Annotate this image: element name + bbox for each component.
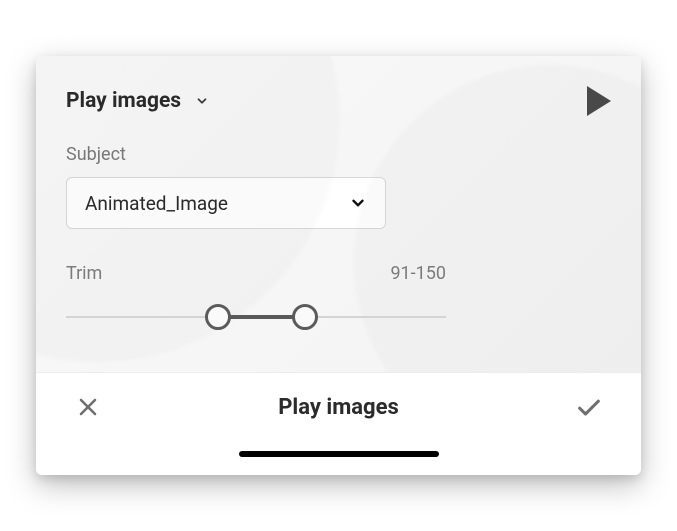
trim-slider-low-handle[interactable] [205, 304, 231, 330]
subject-label: Subject [66, 144, 611, 165]
trim-label: Trim [66, 263, 102, 284]
title-dropdown[interactable]: Play images [66, 89, 209, 113]
footer-bar: Play images [36, 372, 641, 429]
trim-slider[interactable] [66, 302, 446, 332]
play-images-panel: Play images Subject Animated_Image Trim … [36, 56, 641, 475]
trim-slider-high-handle[interactable] [292, 304, 318, 330]
header-row: Play images [66, 86, 611, 116]
confirm-button[interactable] [575, 393, 603, 421]
panel-title: Play images [66, 89, 181, 113]
home-indicator[interactable] [239, 451, 439, 457]
home-indicator-area [36, 429, 641, 475]
cancel-button[interactable] [74, 393, 102, 421]
chevron-down-icon [195, 94, 209, 108]
panel-body: Play images Subject Animated_Image Trim … [36, 56, 641, 372]
footer-title: Play images [102, 395, 575, 420]
chevron-down-icon [349, 194, 367, 212]
subject-selected-value: Animated_Image [85, 192, 228, 215]
trim-range-value: 91-150 [390, 263, 446, 284]
play-icon[interactable] [587, 86, 611, 116]
trim-row: Trim 91-150 [66, 263, 446, 284]
subject-select[interactable]: Animated_Image [66, 177, 386, 229]
